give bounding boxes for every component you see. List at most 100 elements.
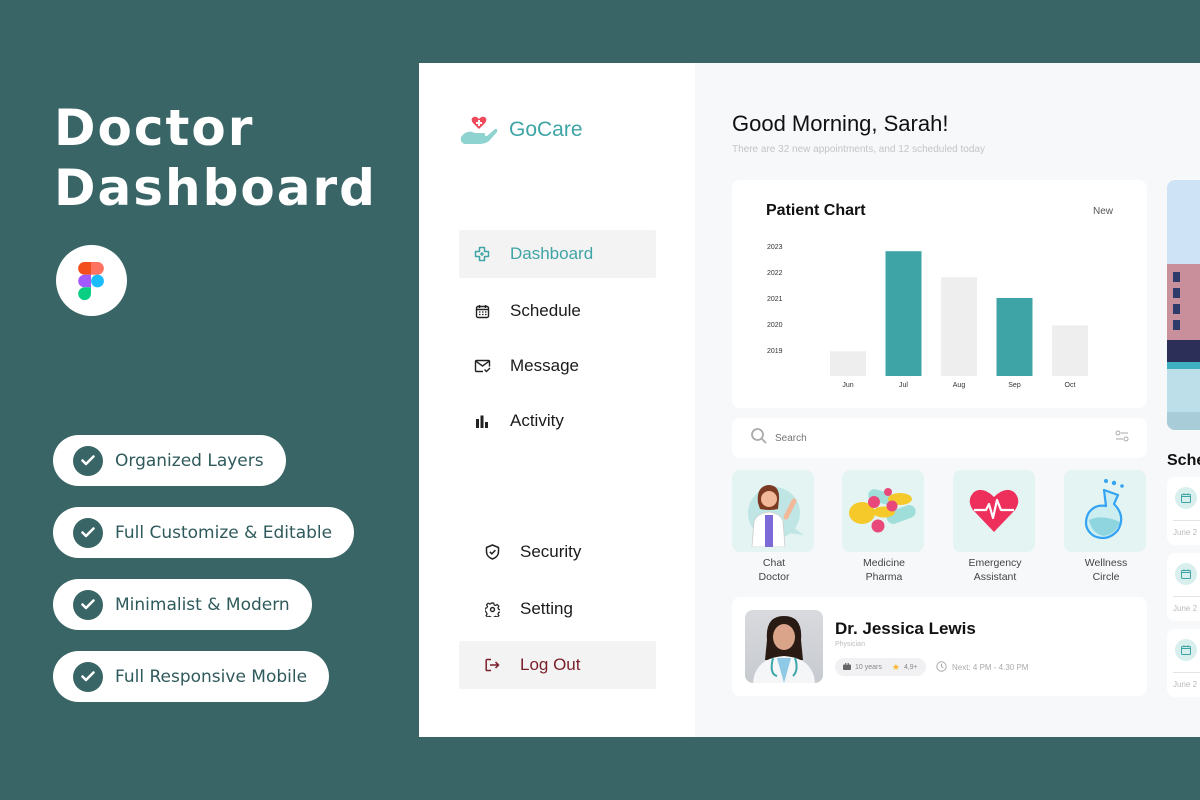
promo-title-line1: Doctor bbox=[54, 99, 255, 157]
feature-label: Minimalist & Modern bbox=[115, 594, 290, 615]
y-tick-label: 2021 bbox=[767, 296, 783, 303]
feature-pill: Organized Layers bbox=[53, 435, 286, 486]
x-tick-label: Oct bbox=[1065, 382, 1076, 389]
feature-pill: Full Responsive Mobile bbox=[53, 651, 330, 702]
logout-button[interactable]: Log Out bbox=[459, 641, 656, 689]
nav-item-message[interactable]: Message bbox=[459, 342, 656, 390]
bar-jun[interactable] bbox=[830, 351, 866, 376]
bar-sep[interactable] bbox=[996, 298, 1033, 376]
service-wellness-circle[interactable]: Wellness Circle bbox=[1064, 470, 1148, 584]
nav-label: Setting bbox=[520, 599, 573, 618]
nav-label: Schedule bbox=[510, 301, 581, 320]
chart-title: Patient Chart bbox=[766, 202, 866, 219]
service-label: Emergency Assistant bbox=[968, 557, 1022, 583]
x-tick-label: Aug bbox=[953, 382, 966, 389]
y-tick-label: 2020 bbox=[767, 322, 783, 329]
schedule-item[interactable]: June 2 bbox=[1167, 553, 1200, 621]
search-bar bbox=[732, 418, 1147, 458]
search-input[interactable] bbox=[775, 432, 1115, 444]
nav-item-setting[interactable]: Setting bbox=[459, 585, 656, 633]
heart-pulse-illustration bbox=[953, 470, 1035, 552]
schedule-item[interactable]: June 2 bbox=[1167, 477, 1200, 545]
nav-label: Message bbox=[510, 356, 579, 375]
promo-title-line2: Dashboard bbox=[54, 159, 377, 217]
service-label: Medicine Pharma bbox=[862, 557, 906, 583]
brand-name: GoCare bbox=[509, 118, 583, 141]
service-chat-doctor[interactable]: Chat Doctor bbox=[732, 470, 816, 584]
sidebar: GoCare Dashboard Schedule Message Activi… bbox=[419, 63, 695, 737]
doctor-stats-pill: 10 years ★ 4,9+ bbox=[835, 658, 926, 676]
calendar-icon bbox=[1175, 639, 1197, 661]
nav-item-dashboard[interactable]: Dashboard bbox=[459, 230, 656, 278]
promo-title: Doctor Dashboard bbox=[54, 98, 377, 218]
calendar-icon bbox=[1175, 563, 1197, 585]
check-circle-icon bbox=[73, 589, 103, 620]
briefcase-icon bbox=[843, 662, 851, 672]
x-tick-label: Jul bbox=[899, 382, 908, 389]
doctor-card[interactable]: Dr. Jessica Lewis Physician 10 years ★ 4… bbox=[732, 597, 1147, 696]
nav-label: Dashboard bbox=[510, 244, 594, 263]
nav-label: Activity bbox=[510, 411, 564, 430]
main-content: Good Morning, Sarah! There are 32 new ap… bbox=[695, 63, 1200, 737]
nav-item-activity[interactable]: Activity bbox=[459, 397, 656, 445]
feature-pill: Full Customize & Editable bbox=[53, 507, 355, 558]
calendar-icon bbox=[1175, 487, 1197, 509]
next-appointment-text: Next: 4 PM - 4.30 PM bbox=[952, 663, 1029, 672]
shield-check-icon bbox=[483, 543, 501, 561]
doctor-role: Physician bbox=[835, 641, 865, 648]
feature-label: Full Responsive Mobile bbox=[115, 666, 308, 687]
calendar-icon bbox=[473, 302, 491, 320]
doctor-name: Dr. Jessica Lewis bbox=[835, 619, 976, 638]
hand-heart-icon bbox=[460, 116, 498, 144]
gear-icon bbox=[483, 600, 501, 618]
search-icon bbox=[750, 427, 767, 449]
x-tick-label: Jun bbox=[842, 382, 853, 389]
schedule-date: June 2 bbox=[1173, 604, 1198, 613]
check-circle-icon bbox=[73, 661, 103, 692]
nav-item-schedule[interactable]: Schedule bbox=[459, 287, 656, 335]
patient-chart-card: 2019 2020 2021 2022 2023 Jun Jul Aug Sep Oct Pati… bbox=[732, 180, 1147, 408]
bar-chart-icon bbox=[473, 412, 491, 430]
bar-aug[interactable] bbox=[941, 277, 977, 376]
x-tick-label: Sep bbox=[1008, 382, 1021, 389]
star-icon: ★ bbox=[891, 661, 900, 672]
chat-doctor-illustration bbox=[732, 470, 814, 552]
service-label: Chat Doctor bbox=[758, 557, 790, 583]
doctor-rating: 4,9+ bbox=[903, 663, 918, 671]
figma-badge bbox=[56, 245, 127, 316]
filter-sliders-icon[interactable] bbox=[1115, 429, 1129, 447]
greeting: Good Morning, Sarah! bbox=[732, 111, 949, 136]
schedule-date: June 2 bbox=[1173, 680, 1198, 689]
doctor-experience: 10 years bbox=[855, 663, 882, 671]
y-tick-label: 2023 bbox=[767, 244, 783, 251]
divider bbox=[1173, 596, 1200, 597]
logout-icon bbox=[483, 656, 501, 674]
greeting-subtitle: There are 32 new appointments, and 12 sc… bbox=[732, 144, 985, 155]
nav-label: Security bbox=[520, 542, 582, 561]
hospital-banner bbox=[1167, 180, 1200, 430]
flask-illustration bbox=[1064, 470, 1146, 552]
nav-item-security[interactable]: Security bbox=[459, 528, 656, 576]
schedule-title: Schedule bbox=[1167, 452, 1200, 469]
y-tick-label: 2019 bbox=[767, 348, 783, 355]
check-circle-icon bbox=[73, 517, 103, 548]
bar-oct[interactable] bbox=[1052, 325, 1088, 376]
doctor-next-slot: Next: 4 PM - 4.30 PM bbox=[936, 661, 1028, 674]
divider bbox=[1173, 672, 1200, 673]
feature-pill: Minimalist & Modern bbox=[53, 579, 312, 630]
feature-label: Full Customize & Editable bbox=[115, 522, 333, 543]
service-emergency-assistant[interactable]: Emergency Assistant bbox=[953, 470, 1037, 584]
schedule-item[interactable]: June 2 bbox=[1167, 629, 1200, 697]
chart-filter-new[interactable]: New bbox=[1093, 206, 1113, 217]
bar-jul[interactable] bbox=[885, 251, 922, 376]
figma-logo-icon bbox=[78, 262, 104, 300]
pills-illustration bbox=[842, 470, 924, 552]
y-tick-label: 2022 bbox=[767, 270, 783, 277]
check-circle-icon bbox=[73, 445, 103, 476]
feature-label: Organized Layers bbox=[115, 450, 264, 471]
service-label: Wellness Circle bbox=[1084, 557, 1128, 583]
schedule-date: June 2 bbox=[1173, 528, 1198, 537]
logo[interactable]: GoCare bbox=[459, 115, 583, 145]
divider bbox=[1173, 520, 1200, 521]
service-medicine-pharma[interactable]: Medicine Pharma bbox=[842, 470, 926, 584]
